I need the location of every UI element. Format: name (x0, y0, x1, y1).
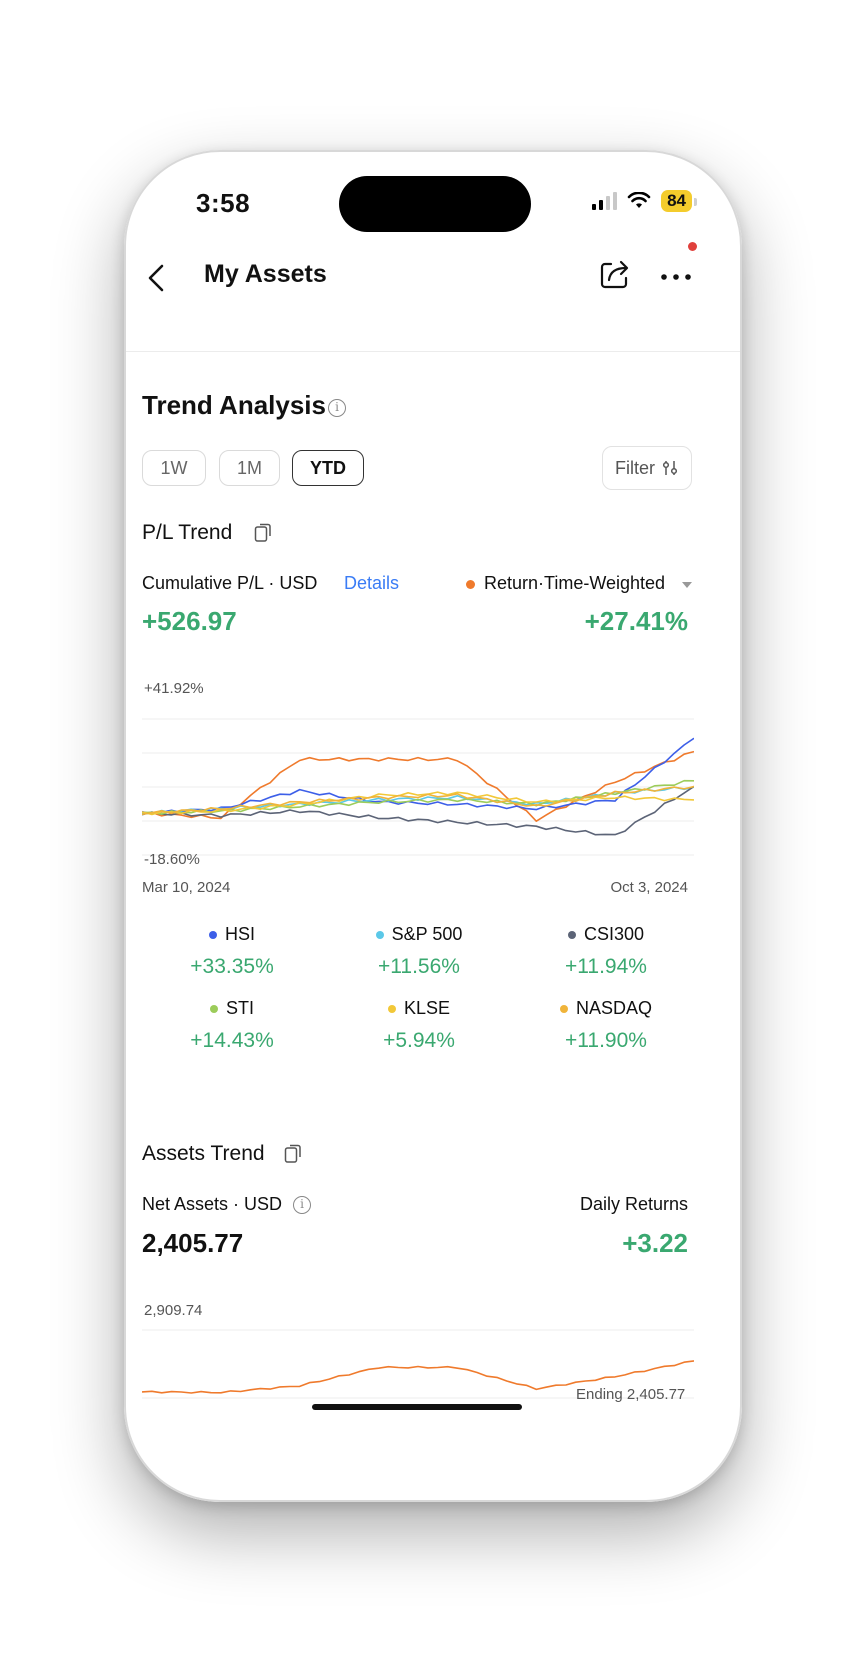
legend-value: +11.56% (378, 955, 460, 978)
legend-value: +14.43% (190, 1029, 274, 1052)
legend-name: CSI300 (516, 924, 696, 945)
wifi-icon (627, 192, 651, 208)
battery-indicator: 84 (661, 190, 697, 212)
legend-dot (387, 1004, 396, 1013)
share-button[interactable] (596, 254, 636, 294)
legend-label: S&P 500 (391, 924, 463, 944)
phone-frame: 3:58 84 My Assets Trend Analysis i 1W 1M… (124, 150, 742, 1502)
ending-value-label: Ending 2,405.77 (576, 1386, 686, 1403)
legend-name: STI (142, 998, 322, 1019)
status-time: 3:58 (196, 188, 251, 218)
legend-label: HSI (224, 924, 255, 944)
back-button[interactable] (140, 258, 176, 298)
filter-label: Filter (615, 457, 655, 478)
pl-trend-title: P/L Trend (142, 521, 233, 544)
cumulative-pl-label: Cumulative P/L · USD (142, 573, 318, 593)
legend-value: +11.90% (565, 1029, 647, 1052)
return-series-dot (466, 580, 475, 589)
legend-item[interactable]: NASDAQ +11.90% (516, 998, 696, 1053)
legend-dot (375, 930, 384, 939)
filter-button[interactable]: Filter (602, 446, 692, 490)
legend-item[interactable]: S&P 500 +11.56% (329, 924, 509, 979)
legend-item[interactable]: STI +14.43% (142, 998, 322, 1053)
legend-item[interactable]: KLSE +5.94% (329, 998, 509, 1053)
sliders-icon (662, 461, 678, 475)
legend-item[interactable]: CSI300 +11.94% (516, 924, 696, 979)
assets-trend-title: Assets Trend (142, 1142, 265, 1165)
period-button-1w[interactable]: 1W (142, 450, 206, 486)
legend-value: +33.35% (190, 955, 274, 978)
legend-name: S&P 500 (329, 924, 509, 945)
page-title: My Assets (204, 260, 327, 288)
chevron-down-icon[interactable] (682, 582, 692, 588)
assets-y-max-label: 2,909.74 (144, 1302, 203, 1319)
pl-trend-chart (142, 718, 694, 856)
y-axis-max-label: +41.92% (144, 680, 204, 697)
legend-label: KLSE (403, 998, 451, 1018)
legend-dot (208, 930, 217, 939)
home-indicator (312, 1404, 522, 1410)
legend-item[interactable]: HSI +33.35% (142, 924, 322, 979)
legend-dot (559, 1004, 568, 1013)
legend-label: NASDAQ (575, 998, 653, 1018)
dynamic-island (339, 176, 531, 232)
daily-returns-label: Daily Returns (579, 1194, 688, 1214)
legend-label: CSI300 (583, 924, 645, 944)
legend-dot (209, 1004, 218, 1013)
cumulative-pl-value: +526.97 (142, 606, 237, 636)
navbar: My Assets (126, 240, 740, 320)
legend-name: KLSE (329, 998, 509, 1019)
period-button-ytd[interactable]: YTD (292, 450, 364, 486)
legend-name: HSI (142, 924, 322, 945)
legend-name: NASDAQ (516, 998, 696, 1019)
copy-icon[interactable] (254, 523, 272, 543)
header-divider (126, 351, 740, 352)
period-button-1m[interactable]: 1M (219, 450, 280, 486)
details-link[interactable]: Details (344, 573, 399, 594)
legend-dot (567, 930, 576, 939)
section-title-trend-analysis: Trend Analysis (142, 390, 326, 420)
legend-value: +5.94% (383, 1029, 455, 1052)
more-button[interactable] (654, 262, 698, 292)
x-axis-start-label: Mar 10, 2024 (142, 879, 231, 896)
net-assets-label: Net Assets · USD (142, 1194, 283, 1214)
status-icons: 84 (592, 190, 697, 212)
info-icon[interactable]: i (328, 399, 346, 417)
legend-label: STI (225, 998, 254, 1018)
daily-returns-value: +3.22 (622, 1228, 688, 1258)
net-assets-value: 2,405.77 (142, 1228, 244, 1258)
series-line-hsi (142, 737, 694, 815)
y-axis-min-label: -18.60% (144, 851, 200, 868)
notification-dot (688, 242, 697, 251)
return-type-selector[interactable]: Return·Time-Weighted (484, 573, 665, 594)
info-icon[interactable]: i (293, 1196, 311, 1214)
x-axis-end-label: Oct 3, 2024 (610, 879, 688, 896)
copy-icon[interactable] (284, 1144, 302, 1164)
cellular-signal-icon (592, 192, 618, 210)
return-value: +27.41% (584, 606, 688, 636)
legend-value: +11.94% (565, 955, 647, 978)
